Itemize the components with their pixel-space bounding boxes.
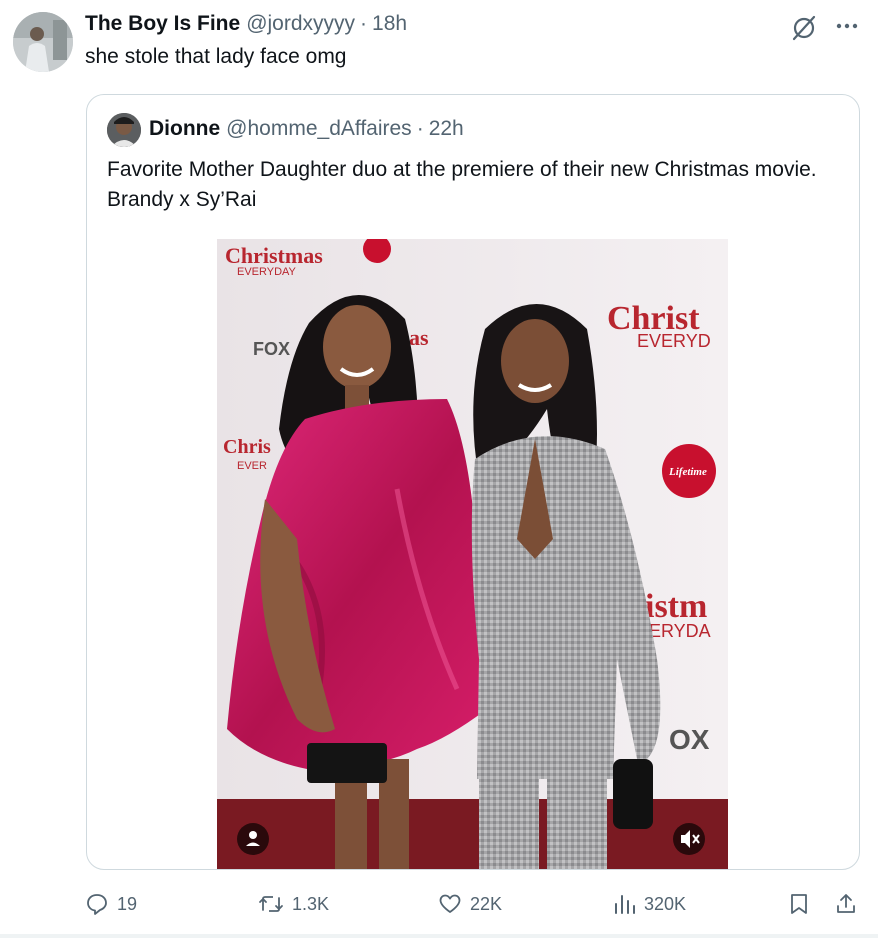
repost-count: 1.3K bbox=[292, 893, 330, 914]
views-count: 320K bbox=[644, 893, 687, 914]
more-icon[interactable] bbox=[832, 14, 862, 38]
tweet-card[interactable]: The Boy Is Fine @jordxyyyy · 18h she sto… bbox=[0, 0, 878, 938]
reply-button[interactable]: 19 bbox=[85, 884, 137, 924]
views-icon bbox=[615, 895, 635, 914]
backdrop-text: istm bbox=[645, 588, 707, 625]
backdrop-text: Christmas bbox=[225, 243, 323, 268]
quote-author-handle[interactable]: @homme_dAffaires bbox=[226, 117, 412, 141]
views-button[interactable]: 320K bbox=[612, 884, 686, 924]
bookmark-button[interactable] bbox=[788, 884, 818, 924]
mute-icon[interactable] bbox=[673, 823, 705, 855]
separator-dot: · bbox=[416, 117, 424, 140]
backdrop-text: as bbox=[409, 325, 429, 350]
tweet-time[interactable]: 18h bbox=[372, 12, 407, 36]
reply-count: 19 bbox=[117, 893, 138, 914]
bookmark-icon bbox=[791, 894, 807, 914]
quoted-tweet[interactable]: Dionne @homme_dAffaires · 22h Favorite M… bbox=[86, 94, 860, 870]
backdrop-text: EVERYDAY bbox=[237, 266, 297, 278]
share-icon bbox=[837, 894, 855, 913]
quote-time[interactable]: 22h bbox=[429, 117, 464, 141]
quote-author-avatar[interactable] bbox=[107, 113, 141, 147]
divider bbox=[0, 934, 878, 938]
grok-icon[interactable] bbox=[790, 14, 818, 42]
action-bar: 19 1.3K 22K 320K bbox=[0, 884, 878, 924]
heart-icon bbox=[439, 894, 461, 913]
tweet-header: The Boy Is Fine @jordxyyyy · 18h bbox=[85, 12, 407, 40]
backdrop-text: Lifetime bbox=[668, 466, 707, 478]
author-handle[interactable]: @jordxyyyy bbox=[246, 12, 355, 36]
repost-button[interactable]: 1.3K bbox=[258, 884, 329, 924]
backdrop-text: EVERYD bbox=[637, 331, 711, 351]
backdrop-text: OX bbox=[669, 724, 710, 755]
share-button[interactable] bbox=[834, 884, 866, 924]
tag-people-icon[interactable] bbox=[237, 823, 269, 855]
quote-text: Favorite Mother Daughter duo at the prem… bbox=[107, 158, 817, 211]
reply-icon bbox=[87, 894, 107, 915]
repost-icon bbox=[259, 896, 283, 912]
quote-photo[interactable]: Christmas EVERYDAY FOX Chris EVER as Chr… bbox=[217, 239, 728, 869]
backdrop-text: EVER bbox=[237, 460, 267, 472]
quote-header: Dionne @homme_dAffaires · 22h bbox=[149, 117, 464, 141]
backdrop-text: Chris bbox=[223, 436, 271, 458]
backdrop-text: FOX bbox=[253, 339, 290, 359]
author-avatar[interactable] bbox=[13, 12, 73, 72]
author-name[interactable]: The Boy Is Fine bbox=[85, 12, 240, 36]
quote-author-name[interactable]: Dionne bbox=[149, 117, 220, 141]
backdrop-text: ERYDA bbox=[649, 621, 711, 641]
tweet-text: she stole that lady face omg bbox=[85, 45, 347, 68]
like-count: 22K bbox=[470, 893, 503, 914]
like-button[interactable]: 22K bbox=[438, 884, 502, 924]
separator-dot: · bbox=[360, 12, 368, 35]
